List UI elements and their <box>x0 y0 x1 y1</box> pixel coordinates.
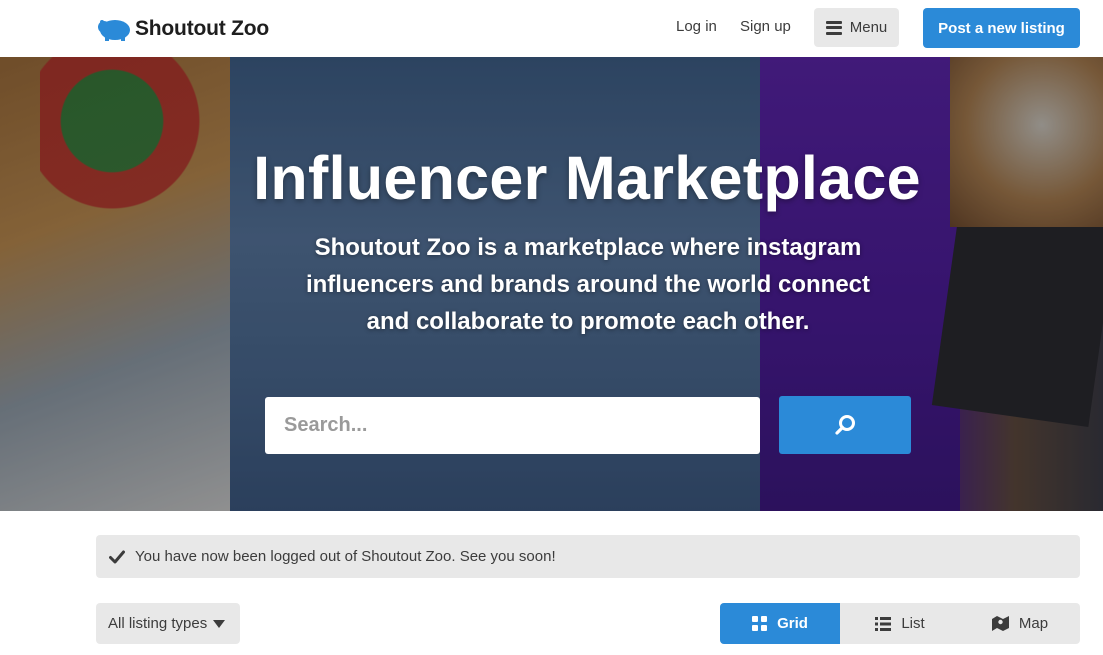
view-list-button[interactable]: List <box>840 603 960 644</box>
search-icon <box>835 415 855 435</box>
hippo-logo-icon <box>98 20 130 41</box>
logo[interactable]: Shoutout Zoo <box>97 16 269 42</box>
checkmark-icon <box>109 550 125 563</box>
signup-link[interactable]: Sign up <box>740 18 791 35</box>
hero-subtitle: Shoutout Zoo is a marketplace where inst… <box>305 234 871 335</box>
search-input[interactable] <box>265 397 760 454</box>
logout-notice: You have now been logged out of Shoutout… <box>96 535 1080 578</box>
notice-text: You have now been logged out of Shoutout… <box>135 548 556 565</box>
map-icon <box>991 616 1009 631</box>
post-listing-button[interactable]: Post a new listing <box>923 8 1080 48</box>
listing-types-label: All listing types <box>108 615 208 632</box>
top-bar: Shoutout Zoo Log in Sign up Menu Post a … <box>0 0 1103 57</box>
view-map-label: Map <box>1018 615 1049 632</box>
view-grid-button[interactable]: Grid <box>720 603 840 644</box>
logo-text: Shoutout Zoo <box>135 17 270 40</box>
menu-button[interactable]: Menu <box>814 8 899 47</box>
view-list-label: List <box>901 615 925 632</box>
hero-banner: Influencer Marketplace Shoutout Zoo is a… <box>0 57 1103 511</box>
post-listing-label: Post a new listing <box>938 19 1065 37</box>
hamburger-icon <box>825 20 842 35</box>
grid-icon <box>752 616 768 631</box>
listing-types-dropdown[interactable]: All listing types <box>96 603 240 644</box>
search-button[interactable] <box>779 396 911 454</box>
caret-down-icon <box>213 619 226 628</box>
view-map-button[interactable]: Map <box>960 603 1080 644</box>
menu-label: Menu <box>849 19 888 36</box>
login-link[interactable]: Log in <box>676 18 717 35</box>
list-icon <box>875 616 892 631</box>
hero-title: Influencer Marketplace <box>253 144 921 212</box>
view-grid-label: Grid <box>777 615 808 632</box>
view-switcher: Grid List Map <box>720 603 1080 644</box>
